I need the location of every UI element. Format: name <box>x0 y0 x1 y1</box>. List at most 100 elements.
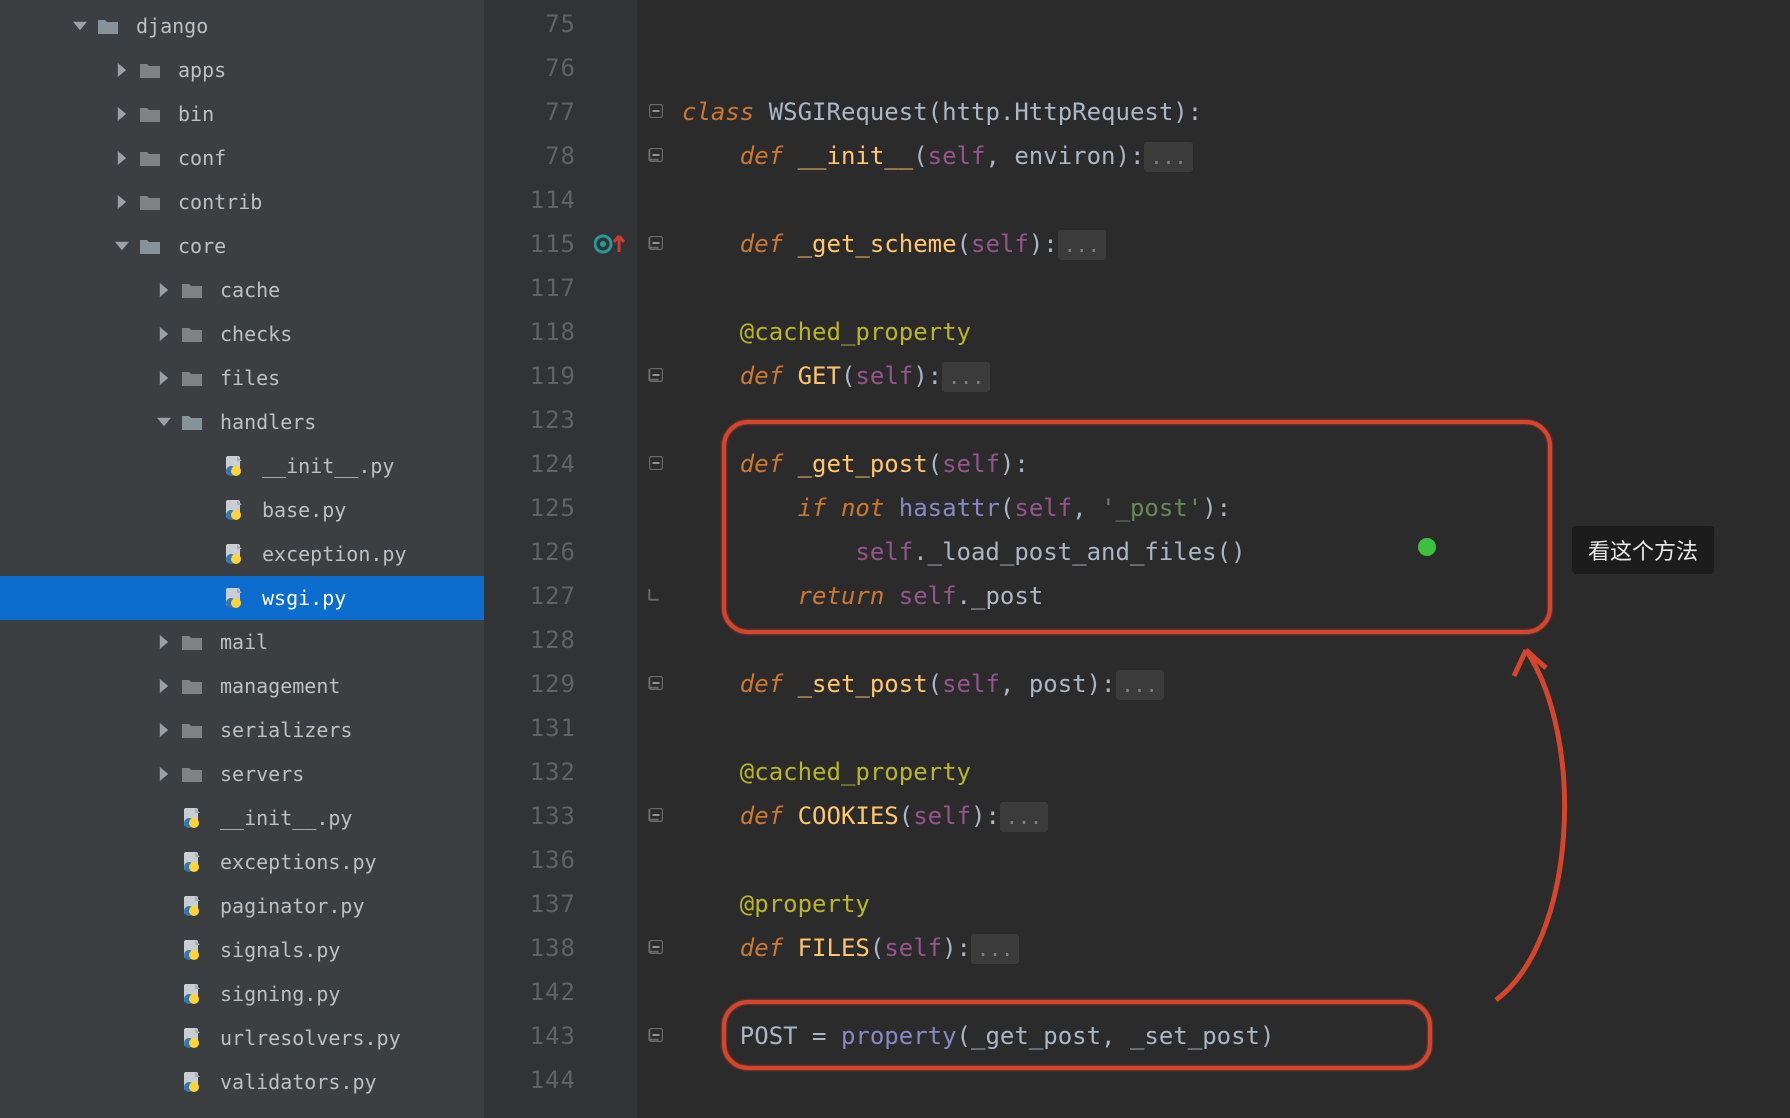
folder-item[interactable]: files <box>0 356 484 400</box>
line-number: 138 <box>484 926 590 970</box>
line-number: 127 <box>484 574 590 618</box>
editor[interactable]: class WSGIRequest(http.HttpRequest): def… <box>676 0 1790 1118</box>
tree-item-label: exceptions.py <box>220 850 377 874</box>
folder-item[interactable]: checks <box>0 312 484 356</box>
chevron-right-icon[interactable] <box>112 104 132 124</box>
file-item[interactable]: exceptions.py <box>0 840 484 884</box>
chevron-right-icon[interactable] <box>112 148 132 168</box>
folder-icon <box>138 191 162 213</box>
chevron-right-icon[interactable] <box>154 676 174 696</box>
chevron-right-icon[interactable] <box>154 632 174 652</box>
fold-toggle-icon[interactable] <box>647 102 665 120</box>
python-file-icon <box>180 1071 204 1093</box>
folder-item[interactable]: mail <box>0 620 484 664</box>
chevron-down-icon[interactable] <box>112 236 132 256</box>
file-item[interactable]: __init__.py <box>0 444 484 488</box>
line-number: 119 <box>484 354 590 398</box>
fold-toggle-icon[interactable] <box>647 454 665 472</box>
folded-region[interactable]: ... <box>971 934 1019 964</box>
tree-item-label: conf <box>178 146 226 170</box>
line-number: 78 <box>484 134 590 178</box>
keyword-class: class <box>682 98 754 126</box>
folder-item[interactable]: core <box>0 224 484 268</box>
file-item[interactable]: __init__.py <box>0 796 484 840</box>
line-number: 77 <box>484 90 590 134</box>
folder-icon <box>138 59 162 81</box>
folder-icon <box>180 279 204 301</box>
folder-item[interactable]: django <box>0 4 484 48</box>
tree-item-label: wsgi.py <box>262 586 346 610</box>
folder-item[interactable]: bin <box>0 92 484 136</box>
line-number: 129 <box>484 662 590 706</box>
folder-icon <box>180 719 204 741</box>
folded-region[interactable]: ... <box>1144 142 1192 172</box>
line-number: 118 <box>484 310 590 354</box>
folded-region[interactable]: ... <box>942 362 990 392</box>
folded-region[interactable]: ... <box>1058 230 1106 260</box>
chevron-down-icon[interactable] <box>70 16 90 36</box>
fold-end-icon <box>645 938 663 956</box>
file-item[interactable]: signals.py <box>0 928 484 972</box>
keyword-def: def <box>740 142 783 170</box>
fold-end-icon <box>645 234 663 252</box>
fold-end-icon <box>645 366 663 384</box>
fold-end-icon <box>645 586 663 604</box>
fold-strip[interactable] <box>636 0 676 1118</box>
chevron-right-icon[interactable] <box>154 764 174 784</box>
folder-item[interactable]: cache <box>0 268 484 312</box>
tree-item-label: django <box>136 14 208 38</box>
folder-item[interactable]: conf <box>0 136 484 180</box>
gutter-markers <box>590 0 636 1118</box>
chevron-right-icon[interactable] <box>154 280 174 300</box>
chevron-right-icon[interactable] <box>154 324 174 344</box>
tree-item-label: bin <box>178 102 214 126</box>
tree-item-label: checks <box>220 322 292 346</box>
file-item[interactable]: wsgi.py <box>0 576 484 620</box>
overriding-method-icon[interactable] <box>594 222 628 266</box>
file-item[interactable]: validators.py <box>0 1060 484 1104</box>
tree-item-label: contrib <box>178 190 262 214</box>
folder-icon <box>180 631 204 653</box>
tree-item-label: validators.py <box>220 1070 377 1094</box>
python-file-icon <box>222 455 246 477</box>
line-number: 142 <box>484 970 590 1014</box>
tree-item-label: apps <box>178 58 226 82</box>
folder-item[interactable]: management <box>0 664 484 708</box>
chevron-right-icon[interactable] <box>154 368 174 388</box>
tree-item-label: core <box>178 234 226 258</box>
tree-item-label: handlers <box>220 410 316 434</box>
python-file-icon <box>222 543 246 565</box>
folder-item[interactable]: contrib <box>0 180 484 224</box>
chevron-right-icon[interactable] <box>112 192 132 212</box>
tree-item-label: management <box>220 674 340 698</box>
project-tree[interactable]: django apps bin conf contrib core cache checks f… <box>0 0 484 1118</box>
folder-icon <box>180 323 204 345</box>
folded-region[interactable]: ... <box>1000 802 1048 832</box>
file-item[interactable]: exception.py <box>0 532 484 576</box>
annotation-dot <box>1418 538 1436 556</box>
folder-item[interactable]: servers <box>0 752 484 796</box>
line-number: 125 <box>484 486 590 530</box>
tree-item-label: servers <box>220 762 304 786</box>
folder-item[interactable]: serializers <box>0 708 484 752</box>
tree-item-label: urlresolvers.py <box>220 1026 401 1050</box>
python-file-icon <box>180 939 204 961</box>
file-item[interactable]: urlresolvers.py <box>0 1016 484 1060</box>
line-number: 115 <box>484 222 590 266</box>
folder-item[interactable]: apps <box>0 48 484 92</box>
file-item[interactable]: paginator.py <box>0 884 484 928</box>
tree-item-label: files <box>220 366 280 390</box>
tree-item-label: signals.py <box>220 938 340 962</box>
chevron-right-icon[interactable] <box>154 720 174 740</box>
chevron-down-icon[interactable] <box>154 412 174 432</box>
python-file-icon <box>222 587 246 609</box>
folder-icon <box>180 367 204 389</box>
folded-region[interactable]: ... <box>1116 670 1164 700</box>
file-item[interactable]: base.py <box>0 488 484 532</box>
tree-item-label: cache <box>220 278 280 302</box>
line-number: 126 <box>484 530 590 574</box>
file-item[interactable]: signing.py <box>0 972 484 1016</box>
folder-icon <box>138 103 162 125</box>
folder-item[interactable]: handlers <box>0 400 484 444</box>
chevron-right-icon[interactable] <box>112 60 132 80</box>
